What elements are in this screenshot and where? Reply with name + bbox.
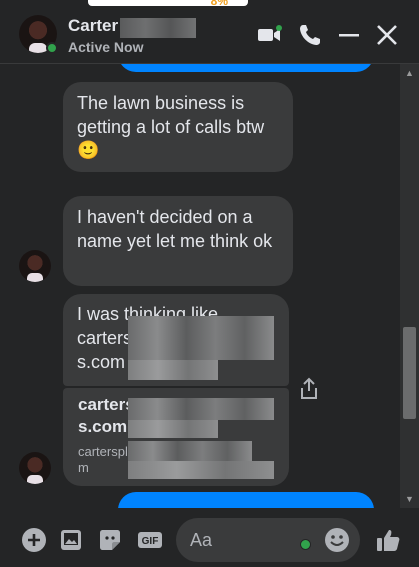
link-title[interactable]: s.com [78, 417, 127, 437]
online-indicator [46, 42, 58, 54]
link-url: carterspl [78, 444, 128, 459]
message-bubble[interactable]: The lawn business is getting a lot of ca… [63, 82, 293, 172]
link-url: m [78, 460, 89, 475]
redacted-surname [120, 18, 196, 38]
smile-emoji-icon: 🙂 [77, 140, 100, 160]
sent-message-fragment[interactable] [118, 492, 374, 508]
redacted-text [128, 360, 218, 380]
scroll-up-icon[interactable]: ▲ [403, 68, 416, 78]
gif-icon[interactable]: GIF [137, 527, 163, 553]
phone-icon[interactable] [297, 22, 323, 48]
video-icon[interactable] [256, 22, 282, 48]
contact-name[interactable]: Carter [68, 16, 118, 36]
message-input-placeholder: Aa [190, 530, 213, 550]
emoji-icon[interactable] [324, 527, 350, 553]
contact-avatar[interactable] [19, 452, 51, 484]
plus-icon[interactable] [21, 527, 47, 553]
conversation[interactable]: The lawn business is getting a lot of ca… [0, 64, 400, 508]
like-icon[interactable] [375, 527, 401, 553]
redacted-text [128, 461, 274, 479]
share-icon[interactable] [298, 377, 320, 401]
scroll-down-icon[interactable]: ▼ [403, 494, 416, 504]
chat-header: 8% Carter Active Now [0, 0, 419, 64]
message-bubble[interactable]: I haven't decided on a name yet let me t… [63, 196, 293, 286]
redacted-text [128, 316, 274, 360]
redacted-text [128, 441, 252, 461]
message-text: I haven't decided on a name yet let me t… [77, 207, 273, 251]
contact-avatar[interactable] [19, 250, 51, 282]
redacted-text [128, 420, 218, 438]
redacted-text [128, 398, 274, 420]
svg-text:GIF: GIF [142, 536, 159, 547]
top-image-fragment: 8% [88, 0, 248, 8]
link-title[interactable]: carters [78, 395, 135, 415]
close-icon[interactable] [374, 22, 400, 48]
scrollbar-track[interactable] [400, 64, 419, 508]
photo-icon[interactable] [58, 527, 84, 553]
contact-status: Active Now [68, 39, 144, 55]
sticker-icon[interactable] [97, 527, 123, 553]
minimize-icon[interactable] [336, 22, 362, 48]
grammar-status-indicator [300, 539, 311, 550]
scrollbar-thumb[interactable] [403, 327, 416, 419]
message-text: The lawn business is getting a lot of ca… [77, 93, 265, 137]
sent-message-fragment [118, 64, 374, 72]
